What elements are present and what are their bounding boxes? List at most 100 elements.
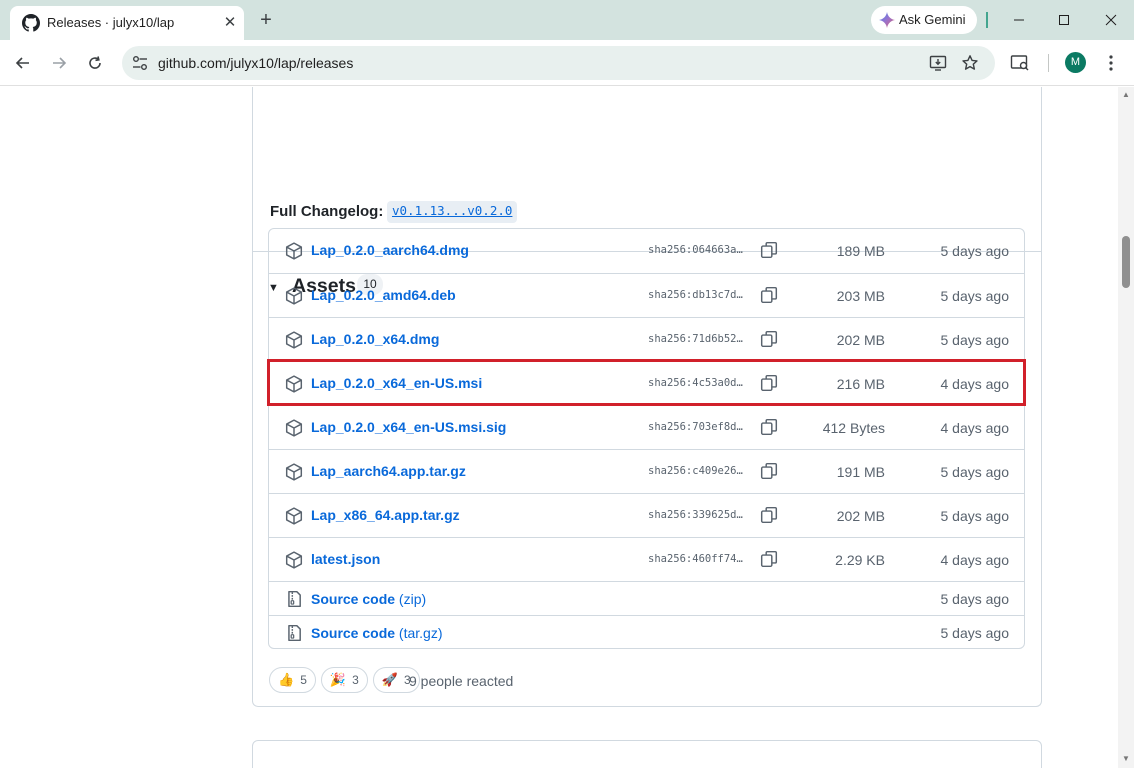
asset-download-link[interactable]: Lap_aarch64.app.tar.gz — [311, 463, 466, 479]
asset-size: 412 Bytes — [822, 420, 885, 436]
browser-titlebar: Releases · julyx10/lap ✕ + Ask Gemini — [0, 0, 1134, 40]
reactions-bar: 👍 5 🎉 3 🚀 3 — [269, 666, 425, 694]
asset-row-highlighted[interactable]: Lap_0.2.0_x64_en-US.msi sha256:4c53a0d… … — [269, 361, 1024, 405]
address-bar[interactable]: github.com/julyx10/lap/releases — [122, 46, 995, 80]
reload-button[interactable] — [83, 51, 107, 75]
reaction-thumbs-up-button[interactable]: 👍 5 — [269, 667, 316, 693]
asset-size: 191 MB — [836, 464, 885, 480]
source-code-format: (tar.gz) — [398, 625, 443, 641]
scroll-down-arrow-icon[interactable]: ▼ — [1118, 753, 1134, 765]
asset-size: 202 MB — [836, 332, 885, 348]
browser-toolbar: github.com/julyx10/lap/releases M — [0, 40, 1134, 86]
copy-icon[interactable] — [760, 550, 778, 568]
asset-date: 5 days ago — [940, 332, 1010, 348]
asset-sha: sha256:339625d… — [648, 509, 743, 521]
page-scrollbar[interactable]: ▲ ▼ — [1118, 87, 1134, 768]
copy-icon[interactable] — [760, 286, 778, 304]
install-app-button[interactable] — [928, 53, 948, 73]
asset-row[interactable]: Lap_0.2.0_aarch64.dmg sha256:064663a… 18… — [269, 229, 1024, 273]
browser-tab-releases[interactable]: Releases · julyx10/lap ✕ — [10, 6, 244, 40]
close-icon — [1105, 14, 1117, 26]
package-icon — [285, 551, 303, 569]
source-code-label: Source code — [311, 625, 396, 641]
scrollbar-thumb[interactable] — [1122, 236, 1130, 288]
asset-download-link[interactable]: latest.json — [311, 551, 380, 567]
asset-sha: sha256:4c53a0d… — [648, 377, 743, 389]
changelog-compare-link[interactable]: v0.1.13...v0.2.0 — [387, 201, 518, 223]
screen-search-icon — [1010, 55, 1029, 71]
copy-icon[interactable] — [760, 374, 778, 392]
profile-avatar[interactable]: M — [1065, 52, 1086, 73]
reactions-summary: 9 people reacted — [409, 673, 514, 689]
asset-date: 4 days ago — [940, 552, 1010, 568]
source-code-row[interactable]: Source code (tar.gz) 5 days ago — [269, 615, 1024, 649]
source-code-format: (zip) — [398, 591, 427, 607]
package-icon — [285, 375, 303, 393]
minimize-icon — [1014, 19, 1024, 21]
copy-icon[interactable] — [760, 462, 778, 480]
package-icon — [285, 331, 303, 349]
ask-gemini-button[interactable]: Ask Gemini — [871, 6, 977, 34]
asset-download-link[interactable]: Lap_0.2.0_x64_en-US.msi — [311, 375, 482, 391]
package-icon — [285, 419, 303, 437]
maximize-button[interactable] — [1041, 0, 1087, 40]
copy-icon[interactable] — [760, 241, 778, 259]
site-settings-icon[interactable] — [131, 54, 149, 72]
copy-icon[interactable] — [760, 506, 778, 524]
bookmark-button[interactable] — [960, 53, 980, 73]
tab-search-button[interactable] — [1009, 52, 1031, 74]
page-viewport: Full Changelog: v0.1.13...v0.2.0 ▼ Asset… — [0, 87, 1118, 768]
asset-download-link[interactable]: Lap_0.2.0_x64.dmg — [311, 331, 439, 347]
asset-date: 5 days ago — [940, 288, 1010, 304]
reaction-count: 3 — [352, 673, 359, 687]
asset-row[interactable]: Lap_0.2.0_x64.dmg sha256:71d6b52… 202 MB… — [269, 317, 1024, 361]
browser-menu-button[interactable] — [1100, 52, 1122, 74]
tab-close-icon[interactable]: ✕ — [220, 13, 240, 33]
asset-size: 189 MB — [836, 243, 885, 259]
asset-sha: sha256:460ff74… — [648, 553, 743, 565]
asset-download-link[interactable]: Lap_x86_64.app.tar.gz — [311, 507, 460, 523]
maximize-icon — [1059, 15, 1069, 25]
asset-size: 216 MB — [836, 376, 885, 392]
gemini-sparkle-icon — [879, 12, 895, 28]
copy-icon[interactable] — [760, 418, 778, 436]
package-icon — [285, 287, 303, 305]
asset-row[interactable]: Lap_x86_64.app.tar.gz sha256:339625d… 20… — [269, 493, 1024, 537]
asset-download-link[interactable]: Lap_0.2.0_amd64.deb — [311, 287, 456, 303]
asset-date: 4 days ago — [940, 376, 1010, 392]
toolbar-divider — [1048, 54, 1049, 72]
install-app-icon — [929, 55, 947, 71]
assets-list: Lap_0.2.0_aarch64.dmg sha256:064663a… 18… — [268, 228, 1025, 649]
asset-row[interactable]: latest.json sha256:460ff74… 2.29 KB 4 da… — [269, 537, 1024, 581]
source-code-zip-link[interactable]: Source code (zip) — [311, 591, 426, 607]
copy-icon[interactable] — [760, 330, 778, 348]
asset-date: 5 days ago — [940, 508, 1010, 524]
reaction-hooray-button[interactable]: 🎉 3 — [320, 667, 368, 693]
asset-date: 5 days ago — [940, 625, 1010, 641]
asset-download-link[interactable]: Lap_0.2.0_x64_en-US.msi.sig — [311, 419, 506, 435]
source-code-label: Source code — [311, 591, 396, 607]
changelog-label: Full Changelog: — [270, 203, 384, 220]
arrow-right-icon — [53, 57, 67, 69]
asset-date: 4 days ago — [940, 420, 1010, 436]
scroll-up-arrow-icon[interactable]: ▲ — [1118, 89, 1134, 101]
thumbs-up-icon: 👍 — [278, 672, 295, 687]
close-window-button[interactable] — [1088, 0, 1134, 40]
new-tab-button[interactable]: + — [254, 8, 278, 32]
source-code-targz-link[interactable]: Source code (tar.gz) — [311, 625, 443, 641]
asset-row[interactable]: Lap_0.2.0_x64_en-US.msi.sig sha256:703ef… — [269, 405, 1024, 449]
ask-gemini-label: Ask Gemini — [899, 12, 966, 27]
asset-sha: sha256:71d6b52… — [648, 333, 743, 345]
url-text[interactable]: github.com/julyx10/lap/releases — [158, 55, 353, 71]
next-release-card — [252, 740, 1042, 768]
asset-row[interactable]: Lap_aarch64.app.tar.gz sha256:c409e26… 1… — [269, 449, 1024, 493]
back-button[interactable] — [11, 51, 35, 75]
asset-date: 5 days ago — [940, 243, 1010, 259]
asset-download-link[interactable]: Lap_0.2.0_aarch64.dmg — [311, 242, 469, 258]
forward-button[interactable] — [47, 51, 71, 75]
asset-size: 202 MB — [836, 508, 885, 524]
package-icon — [285, 463, 303, 481]
source-code-row[interactable]: Source code (zip) 5 days ago — [269, 581, 1024, 615]
asset-row[interactable]: Lap_0.2.0_amd64.deb sha256:db13c7d… 203 … — [269, 273, 1024, 317]
minimize-button[interactable] — [996, 0, 1042, 40]
